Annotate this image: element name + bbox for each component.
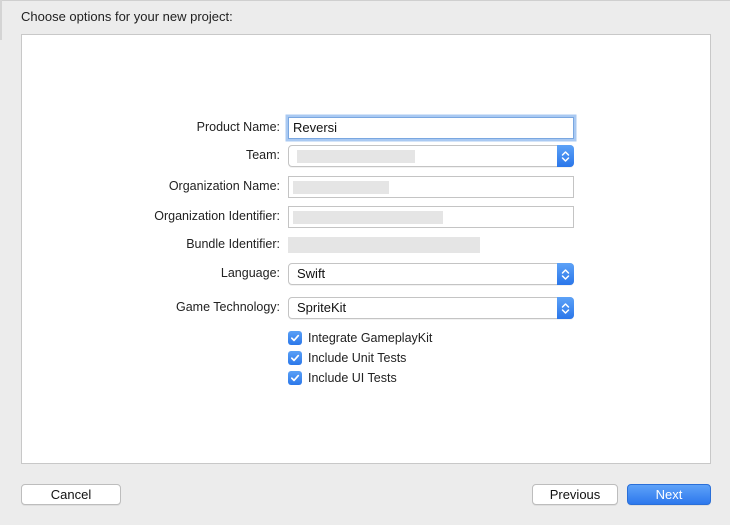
dialog-heading: Choose options for your new project:: [21, 9, 233, 24]
include-ui-tests-checkbox[interactable]: [288, 371, 302, 385]
language-value: Swift: [297, 266, 326, 281]
integrate-gameplaykit-checkbox-row[interactable]: Integrate GameplayKit: [288, 329, 432, 347]
bundle-identifier-label: Bundle Identifier:: [186, 237, 280, 251]
organization-identifier-redacted: [293, 211, 443, 224]
language-popup[interactable]: Swift: [288, 263, 574, 285]
chevron-up-down-icon: [557, 263, 574, 285]
next-button[interactable]: Next: [627, 484, 711, 505]
cancel-button[interactable]: Cancel: [21, 484, 121, 505]
bundle-identifier-row: Bundle Identifier:: [22, 234, 712, 256]
product-name-field[interactable]: Reversi: [288, 117, 574, 139]
game-technology-popup[interactable]: SpriteKit: [288, 297, 574, 319]
checkmark-icon: [290, 374, 300, 382]
include-unit-tests-label[interactable]: Include Unit Tests: [308, 351, 406, 365]
product-name-value: Reversi: [293, 120, 338, 135]
product-name-row: Product Name: Reversi: [22, 117, 712, 139]
team-value-redacted: [297, 150, 415, 163]
team-row: Team:: [22, 145, 712, 167]
game-technology-row: Game Technology: SpriteKit: [22, 297, 712, 319]
organization-name-redacted: [293, 181, 389, 194]
organization-name-field[interactable]: [288, 176, 574, 198]
include-ui-tests-checkbox-row[interactable]: Include UI Tests: [288, 369, 397, 387]
integrate-gameplaykit-label[interactable]: Integrate GameplayKit: [308, 331, 432, 345]
organization-identifier-field[interactable]: [288, 206, 574, 228]
checkmark-icon: [290, 334, 300, 342]
window-top-border: [0, 0, 730, 1]
include-ui-tests-label[interactable]: Include UI Tests: [308, 371, 397, 385]
game-technology-label: Game Technology:: [176, 300, 280, 314]
language-label: Language:: [220, 266, 280, 280]
include-unit-tests-checkbox[interactable]: [288, 351, 302, 365]
language-row: Language: Swift: [22, 263, 712, 285]
team-label: Team:: [245, 148, 280, 162]
organization-identifier-row: Organization Identifier:: [22, 206, 712, 228]
organization-name-row: Organization Name:: [22, 176, 712, 198]
window-left-edge: [0, 0, 2, 40]
bundle-identifier-redacted: [288, 237, 480, 253]
product-name-label: Product Name:: [196, 120, 280, 134]
checkmark-icon: [290, 354, 300, 362]
integrate-gameplaykit-checkbox[interactable]: [288, 331, 302, 345]
options-panel: Product Name: Reversi Team: Organization…: [21, 34, 711, 464]
organization-identifier-label: Organization Identifier:: [154, 209, 280, 223]
game-technology-value: SpriteKit: [297, 300, 347, 315]
team-popup[interactable]: [288, 145, 574, 167]
chevron-up-down-icon: [557, 297, 574, 319]
organization-name-label: Organization Name:: [168, 179, 280, 193]
chevron-up-down-icon: [557, 145, 574, 167]
include-unit-tests-checkbox-row[interactable]: Include Unit Tests: [288, 349, 406, 367]
previous-button[interactable]: Previous: [532, 484, 618, 505]
